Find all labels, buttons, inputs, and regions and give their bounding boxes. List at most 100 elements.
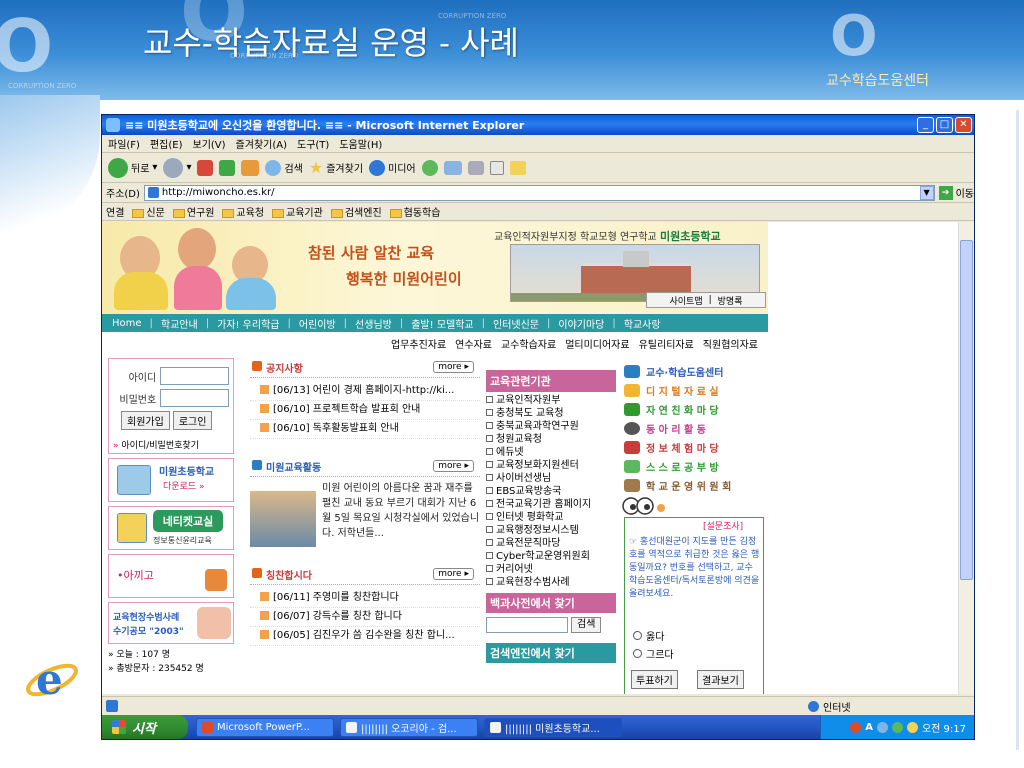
maximize-button[interactable]: □ [936, 117, 953, 133]
achigo-box[interactable]: •아끼고 [108, 554, 234, 598]
menu-view[interactable]: 보기(V) [193, 136, 226, 151]
praise-item[interactable]: [06/07] 강득수를 칭찬 합니다 [250, 608, 480, 627]
link-school-committee[interactable]: 학 교 운 영 위 원 회 [624, 476, 764, 495]
link-news[interactable]: 신문 [132, 204, 165, 219]
link-digital-library[interactable]: 디 지 털 자 료 실 [624, 381, 764, 400]
results-button[interactable]: 결과보기 [697, 670, 744, 689]
scrollbar-thumb[interactable] [960, 240, 973, 580]
link-education-office[interactable]: 교육청 [222, 204, 264, 219]
org-link[interactable]: 커리어넷 [486, 563, 616, 576]
subnav-staff[interactable]: 직원협의자료 [703, 336, 758, 351]
subnav-training[interactable]: 연수자료 [455, 336, 492, 351]
home-icon[interactable] [241, 159, 260, 176]
password-input[interactable] [160, 389, 229, 407]
nav-kids-room[interactable]: 어린이방 [299, 316, 336, 331]
org-link[interactable]: 청원교육청 [486, 433, 616, 446]
praise-more-button[interactable]: more ▸ [433, 568, 474, 580]
refresh-icon[interactable] [219, 159, 236, 176]
link-info-experience[interactable]: 정 보 체 험 마 당 [624, 438, 764, 457]
org-link[interactable]: 에듀넷 [486, 446, 616, 459]
tray-icon[interactable] [850, 721, 862, 733]
org-link[interactable]: 충청북도 교육청 [486, 407, 616, 420]
messenger-icon[interactable] [509, 160, 526, 175]
guestbook-link[interactable]: 방명록 [718, 294, 743, 307]
address-input[interactable]: http://miwoncho.es.kr/ ▼ [143, 184, 935, 201]
mail-icon[interactable] [443, 160, 462, 175]
menu-edit[interactable]: 편집(E) [150, 136, 183, 151]
menu-tools[interactable]: 도구(T) [297, 136, 329, 151]
vote-button[interactable]: 투표하기 [631, 670, 678, 689]
close-button[interactable]: ✕ [955, 117, 972, 133]
notice-more-button[interactable]: more ▸ [433, 361, 474, 373]
nav-internet-newspaper[interactable]: 인터넷신문 [493, 316, 539, 331]
org-link[interactable]: 교육현장수범사례 [486, 576, 616, 589]
taskbar-item-ie-2[interactable]: |||||||| 미원초등학교... [484, 717, 622, 737]
subnav-teaching[interactable]: 교수학습자료 [501, 336, 556, 351]
minimize-button[interactable]: _ [917, 117, 934, 133]
encyclopedia-search-button[interactable]: 검색 [571, 617, 602, 633]
activity-more-button[interactable]: more ▸ [433, 460, 474, 472]
nav-model-school[interactable]: 출발! 모델학교 [411, 316, 473, 331]
taskbar-item-ie-1[interactable]: |||||||| 오코리아 - 검... [340, 717, 478, 737]
praise-item[interactable]: [06/05] 김진우가 씀 김수완을 칭찬 합니... [250, 627, 480, 646]
find-account-link[interactable]: » 아이디/비밀번호찾기 [113, 438, 229, 451]
org-link[interactable]: 교육전문직마당 [486, 537, 616, 550]
stop-icon[interactable] [197, 159, 214, 176]
link-nature-yard[interactable]: 자 연 친 화 마 당 [624, 400, 764, 419]
login-button[interactable]: 로그인 [172, 411, 213, 430]
notice-item[interactable]: [06/13] 어린이 경제 홈페이지-http://ki... [250, 382, 480, 401]
link-club-activity[interactable]: 동 아 리 활 동 [624, 419, 764, 438]
word-edit-icon[interactable] [489, 160, 504, 175]
subnav-work[interactable]: 업무추진자료 [391, 336, 446, 351]
menu-file[interactable]: 파일(F) [108, 136, 140, 151]
notice-item[interactable]: [06/10] 프로젝트학습 발표회 안내 [250, 401, 480, 420]
org-link[interactable]: EBS교육방송국 [486, 485, 616, 498]
link-search-engines[interactable]: 검색엔진 [330, 204, 382, 219]
praise-item[interactable]: [06/11] 주영미를 칭찬합니다 [250, 589, 480, 608]
notice-item[interactable]: [06/10] 독후활동발표회 안내 [250, 420, 480, 439]
subnav-utility[interactable]: 유틸리티자료 [639, 336, 694, 351]
vertical-scrollbar[interactable] [958, 222, 974, 694]
chevron-down-icon[interactable]: ▼ [919, 185, 934, 200]
link-self-study[interactable]: 스 스 로 공 부 방 [624, 457, 764, 476]
menu-help[interactable]: 도움말(H) [339, 136, 382, 151]
start-button[interactable]: 시작 [102, 715, 188, 739]
org-link[interactable]: 인터넷 평화학교 [486, 511, 616, 524]
network-icon[interactable] [891, 721, 903, 733]
volume-icon[interactable] [906, 721, 918, 733]
taskbar-item-powerpoint[interactable]: Microsoft PowerP... [196, 717, 334, 737]
id-input[interactable] [160, 367, 229, 385]
org-link[interactable]: 교육행정정보시스템 [486, 524, 616, 537]
nav-teachers-room[interactable]: 선생님방 [355, 316, 392, 331]
sitemap-link[interactable]: 사이트맵 [669, 294, 702, 307]
nav-home[interactable]: Home [112, 318, 142, 329]
netiquette-box[interactable]: 네티켓교실 정보통신윤리교육 [108, 506, 234, 550]
join-button[interactable]: 회원가입 [121, 411, 170, 430]
clock[interactable]: 오전 9:17 [922, 720, 966, 735]
org-link[interactable]: 사이버선생님 [486, 472, 616, 485]
encyclopedia-input[interactable] [486, 617, 568, 633]
window-titlebar[interactable]: ≡≡ 미원초등학교에 오신것을 환영합니다. ≡≡ - Microsoft In… [102, 115, 974, 135]
go-button[interactable]: ➔ 이동 [938, 185, 974, 200]
input-method-icon[interactable]: A [865, 722, 873, 733]
subnav-multimedia[interactable]: 멀티미디어자료 [565, 336, 629, 351]
org-link[interactable]: Cyber학교운영위원회 [486, 550, 616, 563]
org-link[interactable]: 충북교육과학연구원 [486, 420, 616, 433]
search-button[interactable]: 검색 [265, 159, 303, 176]
download-box[interactable]: 미원초등학교 다운로드 » [108, 458, 234, 502]
org-link[interactable]: 교육인적자원부 [486, 394, 616, 407]
essay-contest-box[interactable]: 교육현장수범사례 수기공모 "2003" [108, 602, 234, 644]
nav-story-yard[interactable]: 이야기마당 [558, 316, 604, 331]
forward-button[interactable]: ▾ [163, 157, 191, 178]
nav-school-info[interactable]: 학교안내 [161, 316, 198, 331]
org-link[interactable]: 교육정보화지원센터 [486, 459, 616, 472]
history-icon[interactable] [421, 159, 438, 176]
activity-post[interactable]: 미원 어린이의 아름다운 꿈과 재주를 펼친 교내 동요 부르기 대회가 지난 … [250, 481, 480, 555]
favorites-button[interactable]: ★ 즐겨찾기 [309, 158, 363, 177]
survey-option-yes[interactable]: 옳다 [633, 628, 664, 643]
link-teaching-center[interactable]: 교수·학습도움센터 [624, 362, 764, 381]
back-button[interactable]: 뒤로 ▾ [108, 157, 157, 178]
menu-favorites[interactable]: 즐겨찾기(A) [236, 136, 287, 151]
print-icon[interactable] [467, 160, 484, 175]
link-institutions[interactable]: 교육기관 [272, 204, 323, 219]
